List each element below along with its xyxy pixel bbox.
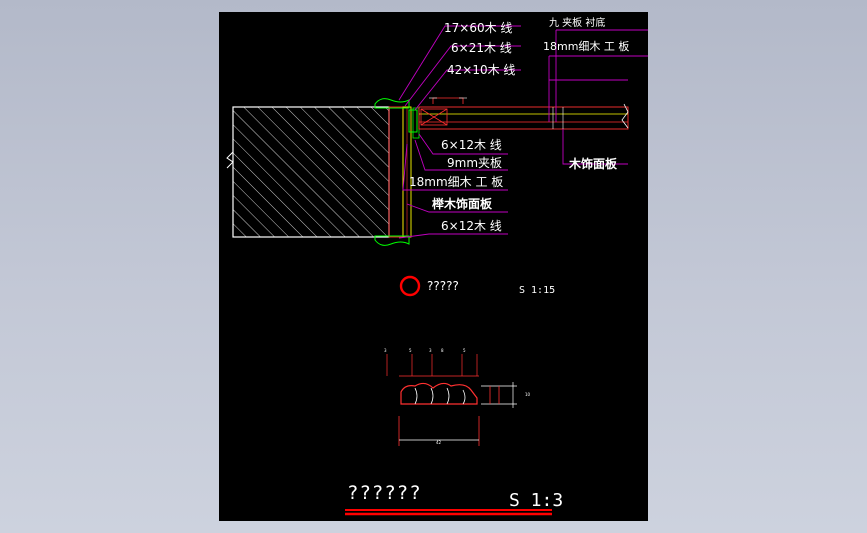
section-symbol: ????? [399,275,459,297]
title-block: ?????? S 1:3 [345,482,563,516]
scale-label-small: S 1:15 [519,285,555,296]
ceiling-panel [418,97,629,130]
svg-text:10: 10 [525,392,531,397]
label-beech-veneer: 榉木饰面板 [432,196,493,211]
drawing-title: ?????? [347,482,422,504]
scale-label-large: S 1:3 [509,490,563,511]
label-wood-facing-panel: 木饰面板 [568,156,618,171]
label-plywood-base: 九 夹板 衬底 [549,16,605,29]
wall-section [226,106,390,238]
label-17x60-moulding: 17×60木 线 [444,21,512,35]
svg-text:42: 42 [436,440,442,445]
moulding-profile: 3 5 3 8 5 10 42 [384,348,531,446]
section-circle-icon [399,275,421,297]
cad-drawing: 17×60木 线 6×21木 线 42×10木 线 九 夹板 衬底 18mm细木… [226,16,648,516]
label-6x12-moulding-bottom: 6×12木 线 [441,219,502,233]
svg-text:3: 3 [384,348,387,353]
label-6x12-moulding-top: 6×12木 线 [441,138,502,152]
label-42x10-moulding: 42×10木 线 [447,63,515,77]
label-9mm-plywood: 9mm夹板 [447,156,502,170]
svg-text:8: 8 [441,348,444,353]
callout-labels-upper: 17×60木 线 6×21木 线 42×10木 线 [444,21,515,77]
callout-labels-lower: 6×12木 线 9mm夹板 18mm细木 工 板 榉木饰面板 6×12木 线 [409,138,503,233]
label-6x21-moulding: 6×21木 线 [451,41,512,55]
section-symbol-label: ????? [427,279,459,293]
svg-text:5: 5 [409,348,412,353]
label-18mm-blockboard-top: 18mm细木 工 板 [543,39,629,53]
cad-drawing-viewport[interactable]: 17×60木 线 6×21木 线 42×10木 线 九 夹板 衬底 18mm细木… [219,12,648,521]
svg-text:5: 5 [463,348,466,353]
svg-text:3: 3 [429,348,432,353]
label-18mm-blockboard: 18mm细木 工 板 [409,175,503,189]
